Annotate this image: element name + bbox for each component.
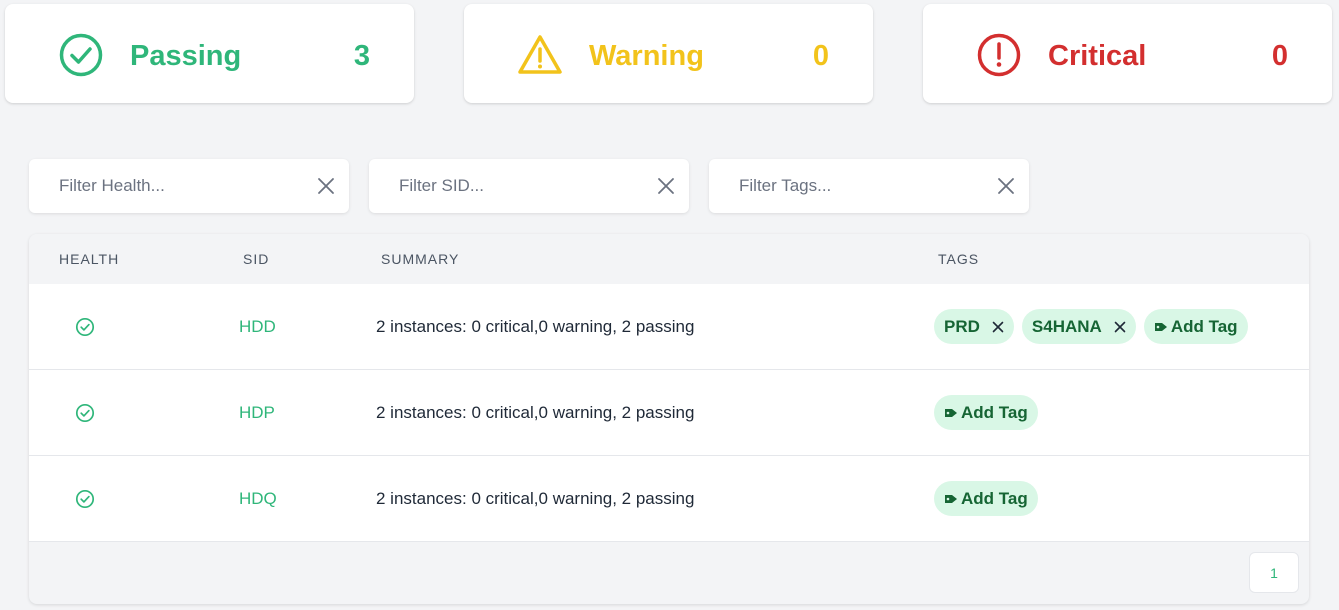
passing-check-icon bbox=[75, 317, 95, 337]
warning-count: 0 bbox=[812, 40, 829, 72]
sid-link[interactable]: HDD bbox=[239, 317, 276, 337]
table-row: HDQ 2 instances: 0 critical,0 warning, 2… bbox=[29, 456, 1309, 542]
warning-label: Warning bbox=[589, 40, 704, 72]
clear-tags-filter-icon[interactable] bbox=[997, 177, 1015, 195]
tag-icon bbox=[945, 494, 957, 503]
warning-triangle-icon bbox=[518, 35, 562, 74]
column-header-tags: TAGS bbox=[938, 251, 980, 267]
passing-count: 3 bbox=[353, 40, 370, 72]
add-tag-button[interactable]: Add Tag bbox=[934, 395, 1038, 430]
row-summary: 2 instances: 0 critical,0 warning, 2 pas… bbox=[376, 317, 695, 336]
add-tag-label: Add Tag bbox=[961, 402, 1028, 422]
row-summary: 2 instances: 0 critical,0 warning, 2 pas… bbox=[376, 403, 695, 422]
clear-health-filter-icon[interactable] bbox=[317, 177, 335, 195]
exclamation-circle-icon bbox=[977, 33, 1021, 77]
row-summary: 2 instances: 0 critical,0 warning, 2 pas… bbox=[376, 489, 695, 508]
page-1-button[interactable]: 1 bbox=[1249, 552, 1299, 593]
add-tag-label: Add Tag bbox=[1170, 316, 1238, 336]
passing-card[interactable]: Passing 3 bbox=[5, 4, 414, 103]
passing-label: Passing bbox=[130, 40, 242, 72]
critical-count: 0 bbox=[1271, 40, 1288, 72]
tag-list: Add Tag bbox=[934, 481, 1038, 516]
column-header-sid: SID bbox=[243, 251, 270, 267]
tag-chip: PRD bbox=[934, 309, 1014, 344]
add-tag-button[interactable]: Add Tag bbox=[1143, 309, 1248, 344]
tag-chip: S4HANA bbox=[1021, 309, 1136, 344]
sid-link[interactable]: HDQ bbox=[239, 489, 277, 509]
clear-sid-filter-icon[interactable] bbox=[657, 177, 675, 195]
passing-check-icon bbox=[75, 489, 95, 509]
column-header-summary: SUMMARY bbox=[381, 251, 460, 267]
remove-tag-icon[interactable] bbox=[1114, 321, 1126, 333]
add-tag-label: Add Tag bbox=[961, 488, 1028, 508]
tag-icon bbox=[1154, 322, 1167, 331]
critical-label: Critical bbox=[1048, 40, 1147, 72]
tag-label: S4HANA bbox=[1031, 316, 1102, 336]
remove-tag-icon[interactable] bbox=[992, 321, 1004, 333]
filter-sid-input[interactable] bbox=[369, 159, 639, 213]
tag-list: Add Tag bbox=[934, 395, 1038, 430]
sid-link[interactable]: HDP bbox=[239, 403, 275, 423]
filter-tags-input[interactable] bbox=[709, 159, 979, 213]
column-header-health: HEALTH bbox=[59, 251, 120, 267]
tag-list: PRD S4HANA Add Tag bbox=[934, 309, 1248, 344]
add-tag-button[interactable]: Add Tag bbox=[934, 481, 1038, 516]
filter-sid bbox=[369, 159, 689, 213]
table-header: HEALTH SID SUMMARY TAGS bbox=[29, 234, 1309, 284]
table-row: HDP 2 instances: 0 critical,0 warning, 2… bbox=[29, 370, 1309, 456]
check-circle-icon bbox=[59, 33, 103, 77]
table-row: HDD 2 instances: 0 critical,0 warning, 2… bbox=[29, 284, 1309, 370]
warning-card[interactable]: Warning 0 bbox=[464, 4, 873, 103]
filter-tags bbox=[709, 159, 1029, 213]
critical-card[interactable]: Critical 0 bbox=[923, 4, 1332, 103]
passing-check-icon bbox=[75, 403, 95, 423]
systems-table: HEALTH SID SUMMARY TAGS HDD 2 instances:… bbox=[29, 234, 1309, 604]
tag-label: PRD bbox=[944, 316, 980, 336]
filter-health bbox=[29, 159, 349, 213]
tag-icon bbox=[945, 408, 957, 417]
page: Passing 3 Warning 0 Critical 0 Filter He… bbox=[0, 0, 1339, 610]
filter-health-input[interactable] bbox=[29, 159, 299, 213]
